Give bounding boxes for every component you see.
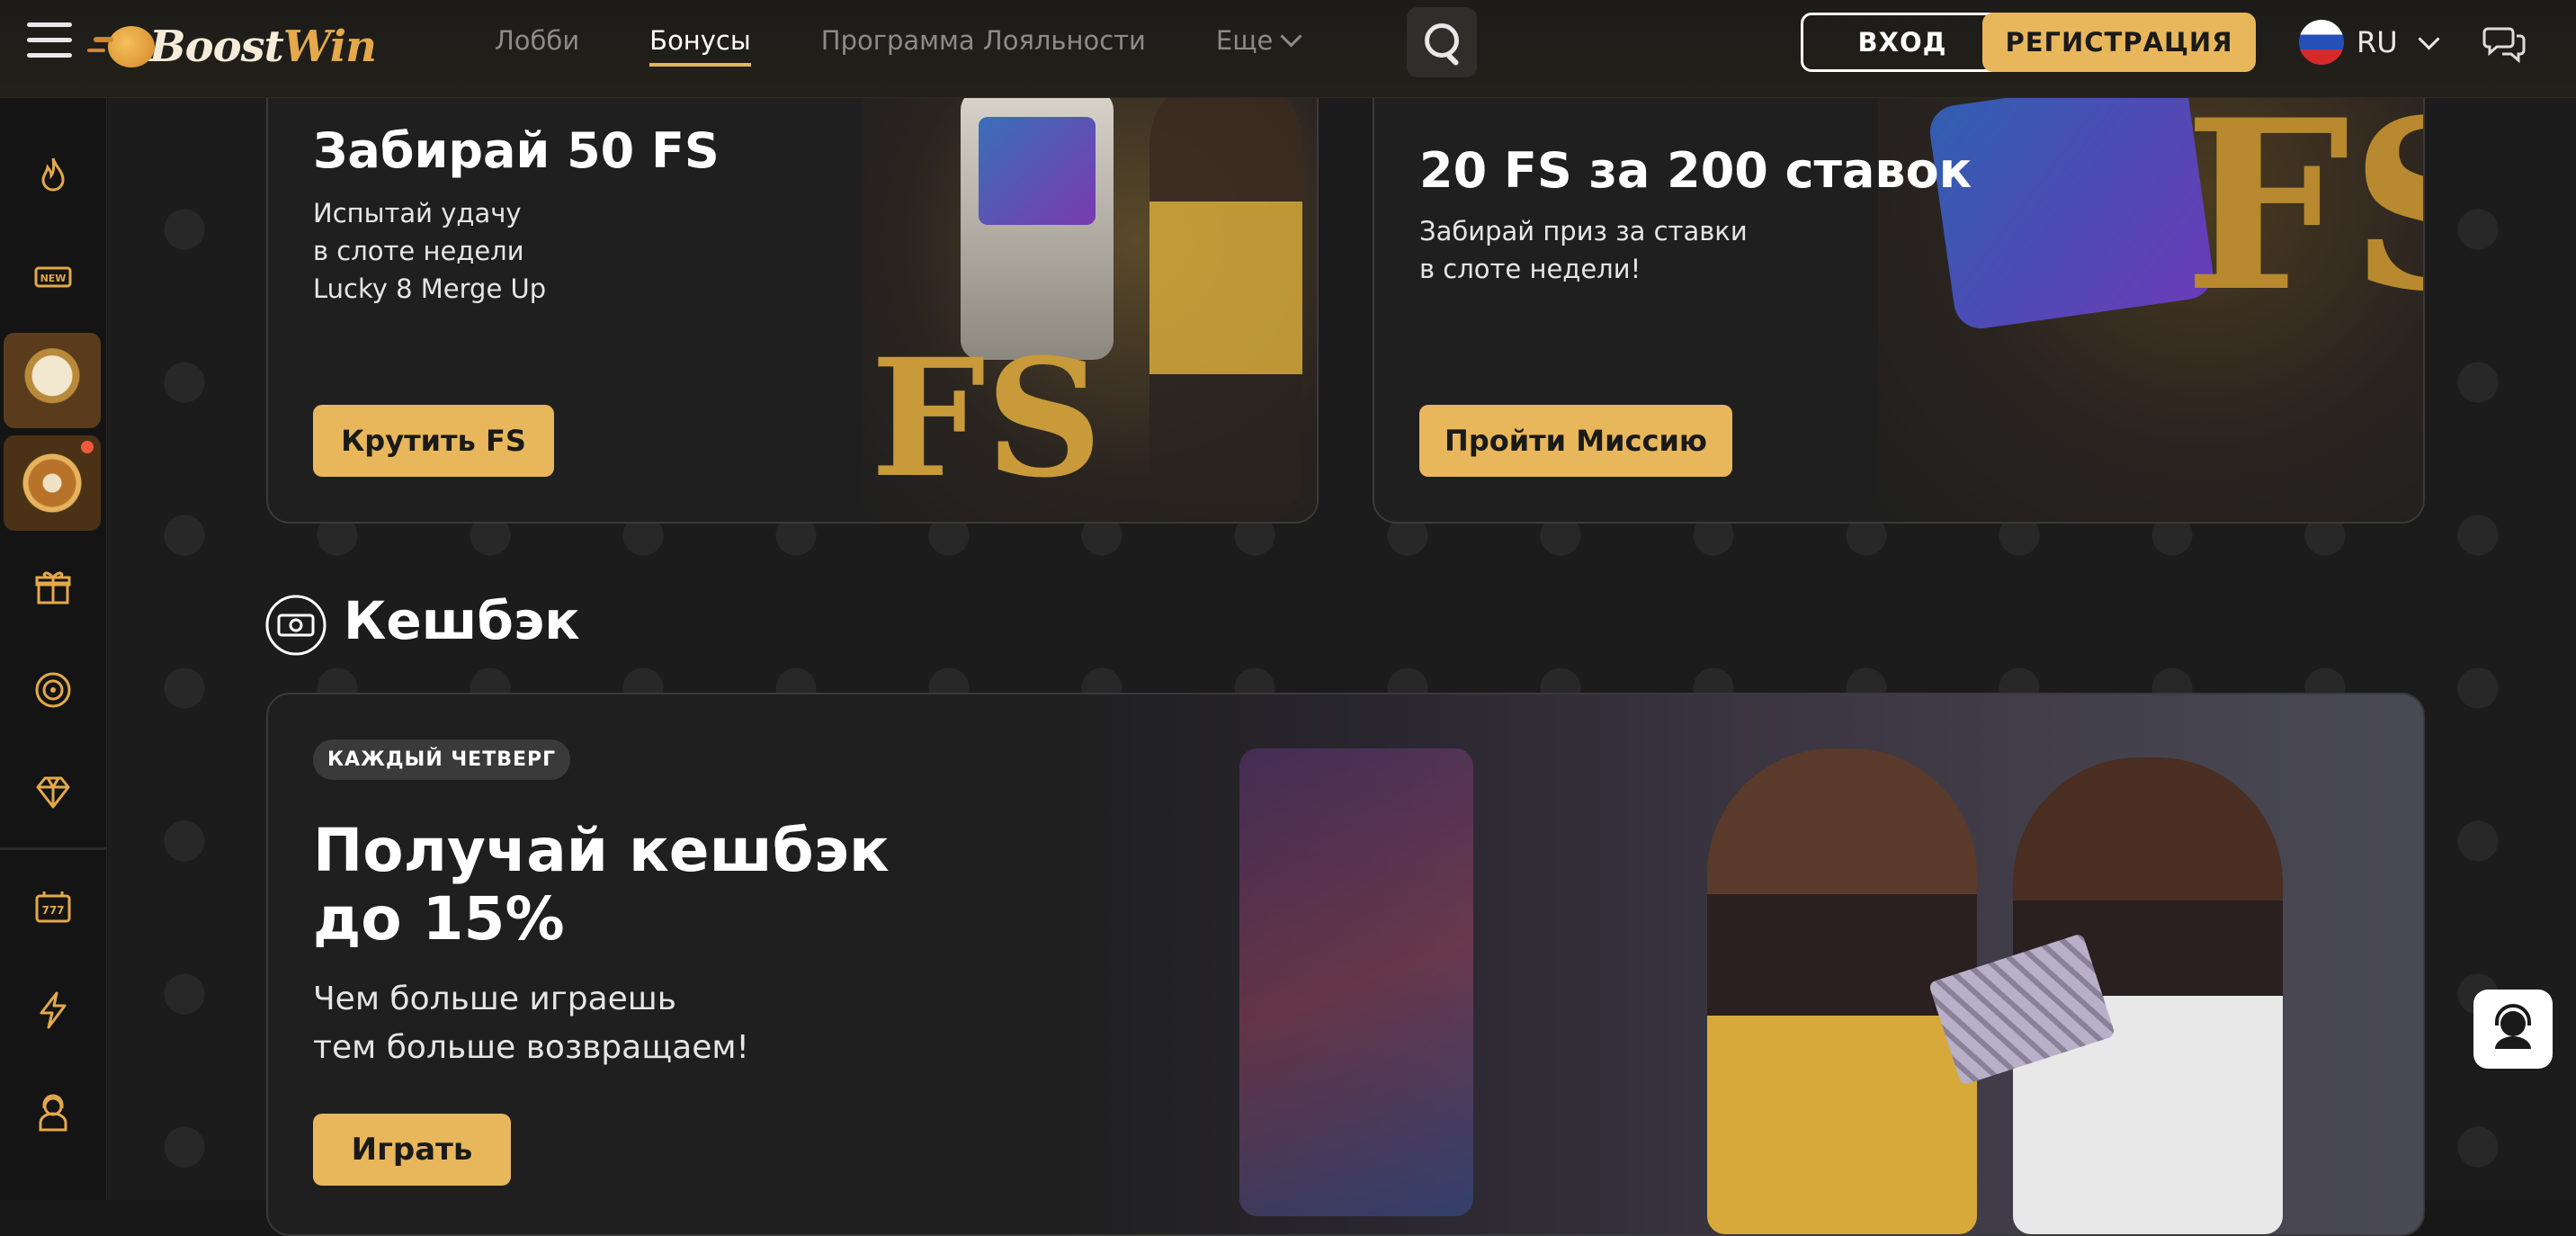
present-icon[interactable] [22,556,85,619]
slot-machine-image: FS [862,54,1317,522]
logo-text-part2: Win [282,22,377,72]
fs-gold-letters: FS [2184,69,2423,344]
logo-ball-icon [94,26,155,67]
model-figure [1149,72,1302,504]
fs-card-description: Испытай удачу в слоте недели Lucky 8 Mer… [313,194,546,308]
nav-loyalty-program[interactable]: Программа Лояльности [821,25,1146,67]
cashback-card-description: Чем больше играешь тем больше возвращаем… [313,975,749,1072]
sidebar-divider [0,847,106,850]
support-button[interactable] [2473,990,2553,1069]
slots-777-icon[interactable]: 777 [22,876,85,939]
search-icon [1425,23,1459,58]
cashback-card: КАЖДЫЙ ЧЕТВЕРГ Получай кешбэк до 15% Чем… [266,693,2425,1236]
fs-promo-card: FS Забирай 50 FS Испытай удачу в слоте н… [266,54,1319,524]
top-header: BoostWin Лобби Бонусы Программа Лояльнос… [0,0,2576,98]
search-button[interactable] [1407,7,1477,77]
svg-text:777: 777 [41,904,64,917]
cashback-section-title: Кешбэк [344,590,580,651]
lucky8-tile [1927,73,2216,332]
nav-more[interactable]: Еще [1215,25,1302,67]
support-agent-icon[interactable] [22,1081,85,1144]
cashback-title-line2: до 15% [313,884,565,954]
chevron-down-icon [1280,25,1302,48]
complete-mission-button[interactable]: Пройти Миссию [1419,405,1732,477]
mission-promo-card: FS 20 FS за 200 ставок Забирай приз за с… [1373,54,2425,524]
nav-lobby[interactable]: Лобби [495,25,579,67]
diamond-icon[interactable] [22,761,85,824]
login-button[interactable]: ВХОД [1801,13,2004,72]
blurred-slot-machines [1239,748,1473,1216]
mission-card-description: Забирай приз за ставки в слоте недели! [1419,212,1748,288]
lightning-icon[interactable] [22,979,85,1042]
language-label: RU [2357,25,2398,59]
sidebar: NEW 777 [0,97,107,1200]
search-icon-handle [1445,52,1460,67]
main-nav: Лобби Бонусы Программа Лояльности Еще [495,25,1369,67]
fs-card-title: Забирай 50 FS [313,122,720,179]
fs-text-line3: Lucky 8 Merge Up [313,273,547,304]
nav-bonuses[interactable]: Бонусы [649,25,751,67]
nav-more-label: Еще [1215,25,1274,56]
fs-text-line2: в слоте недели [313,236,524,266]
fs-text-line1: Испытай удачу [313,198,522,228]
cashback-hero-image [1060,694,2423,1234]
cashback-text-line1: Чем больше играешь [313,981,676,1017]
logo[interactable]: BoostWin [94,20,377,74]
target-icon[interactable] [22,658,85,721]
cashback-icon [265,595,326,656]
cashback-title-line1: Получай кешбэк [313,816,890,885]
svg-text:NEW: NEW [40,273,67,284]
lucky8-image: FS [1878,54,2423,522]
russia-flag-icon [2299,20,2344,65]
fs-gold-letters: FS [871,324,1103,514]
support-agent-icon [2495,1004,2531,1049]
wheel-of-fortune-icon[interactable] [4,435,101,531]
language-selector[interactable]: RU [2299,20,2440,65]
logo-text-part1: Boost [149,22,284,72]
cashback-text-line2: тем больше возвращаем! [313,1029,749,1066]
gift-box-icon[interactable] [4,333,101,428]
new-icon[interactable]: NEW [22,246,85,309]
slot-screen [979,117,1096,225]
mission-text-line2: в слоте недели! [1419,254,1641,284]
menu-burger-icon[interactable] [27,22,72,64]
play-button[interactable]: Играть [313,1114,511,1186]
cashback-card-title: Получай кешбэк до 15% [313,817,890,954]
every-thursday-badge: КАЖДЫЙ ЧЕТВЕРГ [313,739,571,780]
fire-icon[interactable] [22,144,85,207]
chat-icon[interactable] [2482,22,2526,65]
register-button[interactable]: РЕГИСТРАЦИЯ [1982,13,2256,72]
notification-dot [81,441,94,453]
mission-text-line1: Забирай приз за ставки [1419,216,1748,246]
spin-fs-button[interactable]: Крутить FS [313,405,554,477]
mission-card-title: 20 FS за 200 ставок [1419,142,1972,199]
chevron-down-icon [2418,27,2440,50]
